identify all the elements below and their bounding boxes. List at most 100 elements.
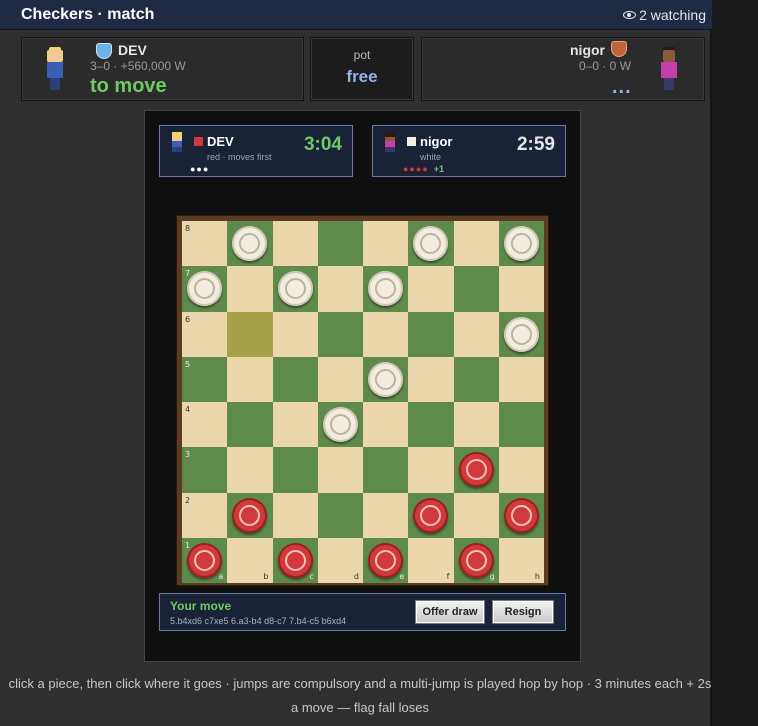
square-b7[interactable] [227, 266, 273, 312]
file-label: b [263, 572, 269, 581]
square-h3[interactable] [498, 447, 544, 493]
square-a5[interactable]: 5 [182, 356, 228, 402]
clock-dev: DEV red · moves first 3:04 ●●● [159, 125, 353, 177]
square-f1[interactable]: f [408, 537, 454, 583]
square-d1[interactable]: d [317, 537, 363, 583]
white-piece[interactable] [232, 226, 268, 261]
red-piece[interactable] [232, 497, 268, 533]
square-h4[interactable] [498, 402, 544, 448]
eye-icon [623, 11, 637, 19]
square-c4[interactable] [272, 402, 318, 448]
square-g4[interactable] [453, 402, 499, 448]
white-piece[interactable] [503, 316, 539, 352]
square-a4[interactable]: 4 [182, 402, 228, 448]
square-b2[interactable] [227, 492, 273, 538]
white-piece[interactable] [187, 271, 222, 307]
square-c3[interactable] [272, 447, 318, 493]
square-e3[interactable] [363, 447, 409, 493]
red-piece[interactable] [368, 542, 403, 578]
pot-label: pot [353, 48, 371, 62]
red-piece[interactable] [277, 542, 313, 578]
color-swatch [407, 137, 416, 146]
game-area: DEV red · moves first 3:04 ●●● nigor whi… [144, 110, 581, 662]
white-piece[interactable] [277, 271, 313, 307]
square-f3[interactable] [408, 447, 454, 493]
square-f2[interactable] [408, 492, 454, 538]
square-b8[interactable] [227, 221, 273, 267]
square-e4[interactable] [363, 402, 409, 448]
square-f4[interactable] [408, 402, 454, 448]
square-g6[interactable] [453, 311, 499, 357]
square-b4[interactable] [227, 402, 273, 448]
square-c5[interactable] [272, 356, 318, 402]
red-piece[interactable] [458, 452, 494, 488]
square-f7[interactable] [408, 266, 454, 312]
white-piece[interactable] [368, 271, 403, 307]
red-piece[interactable] [413, 497, 449, 533]
square-c7[interactable] [272, 266, 318, 312]
move-list: 5.b4xd6 c7xe5 6.a3-b4 d8-c7 7.b4-c5 b6xd… [170, 616, 347, 626]
square-a8[interactable]: 8 [182, 221, 228, 267]
turn-status: to move [90, 75, 167, 97]
square-g3[interactable] [453, 447, 499, 493]
white-piece[interactable] [322, 407, 358, 442]
square-g8[interactable] [453, 221, 499, 267]
square-h2[interactable] [498, 492, 544, 538]
white-piece[interactable] [413, 226, 449, 261]
square-b5[interactable] [227, 356, 273, 402]
square-a1[interactable]: 1a [182, 537, 228, 583]
square-e6[interactable] [363, 311, 409, 357]
square-d4[interactable] [317, 402, 363, 448]
square-e7[interactable] [363, 266, 409, 312]
square-d6[interactable] [317, 311, 363, 357]
file-label: h [534, 572, 540, 581]
square-e5[interactable] [363, 356, 409, 402]
avatar [44, 46, 66, 92]
red-piece[interactable] [187, 542, 222, 578]
square-d2[interactable] [317, 492, 363, 538]
square-e2[interactable] [363, 492, 409, 538]
offer-draw-button[interactable]: Offer draw [415, 600, 485, 624]
square-f6[interactable] [408, 311, 454, 357]
rank-label: 6 [185, 314, 191, 324]
square-c1[interactable]: c [272, 537, 318, 583]
square-h6[interactable] [498, 311, 544, 357]
square-h5[interactable] [498, 356, 544, 402]
watching-count: 2 watching [639, 7, 706, 23]
square-h7[interactable] [498, 266, 544, 312]
square-c8[interactable] [272, 221, 318, 267]
square-c6[interactable] [272, 311, 318, 357]
square-f5[interactable] [408, 356, 454, 402]
square-h8[interactable] [498, 221, 544, 267]
square-d5[interactable] [317, 356, 363, 402]
square-g2[interactable] [453, 492, 499, 538]
square-b3[interactable] [227, 447, 273, 493]
white-piece[interactable] [368, 361, 403, 397]
rank-label: 5 [185, 359, 191, 369]
square-a6[interactable]: 6 [182, 311, 228, 357]
clock-time: 3:04 [303, 134, 342, 155]
square-a2[interactable]: 2 [182, 492, 228, 538]
square-e1[interactable]: e [363, 537, 409, 583]
square-e8[interactable] [363, 221, 409, 267]
square-c2[interactable] [272, 492, 318, 538]
resign-button[interactable]: Resign [492, 600, 554, 624]
square-d3[interactable] [317, 447, 363, 493]
square-h1[interactable]: h [498, 537, 544, 583]
rank-label: 2 [185, 495, 191, 505]
square-g5[interactable] [453, 356, 499, 402]
square-f8[interactable] [408, 221, 454, 267]
square-g7[interactable] [453, 266, 499, 312]
checkers-board[interactable]: 87654321abcdefgh [182, 221, 544, 583]
white-piece[interactable] [503, 226, 539, 261]
square-b6[interactable] [227, 311, 273, 357]
clock-subtitle: red · moves first [207, 152, 272, 162]
square-a7[interactable]: 7 [182, 266, 228, 312]
square-d7[interactable] [317, 266, 363, 312]
red-piece[interactable] [458, 542, 494, 578]
red-piece[interactable] [503, 497, 539, 533]
square-a3[interactable]: 3 [182, 447, 228, 493]
square-d8[interactable] [317, 221, 363, 267]
square-b1[interactable]: b [227, 537, 273, 583]
square-g1[interactable]: g [453, 537, 499, 583]
